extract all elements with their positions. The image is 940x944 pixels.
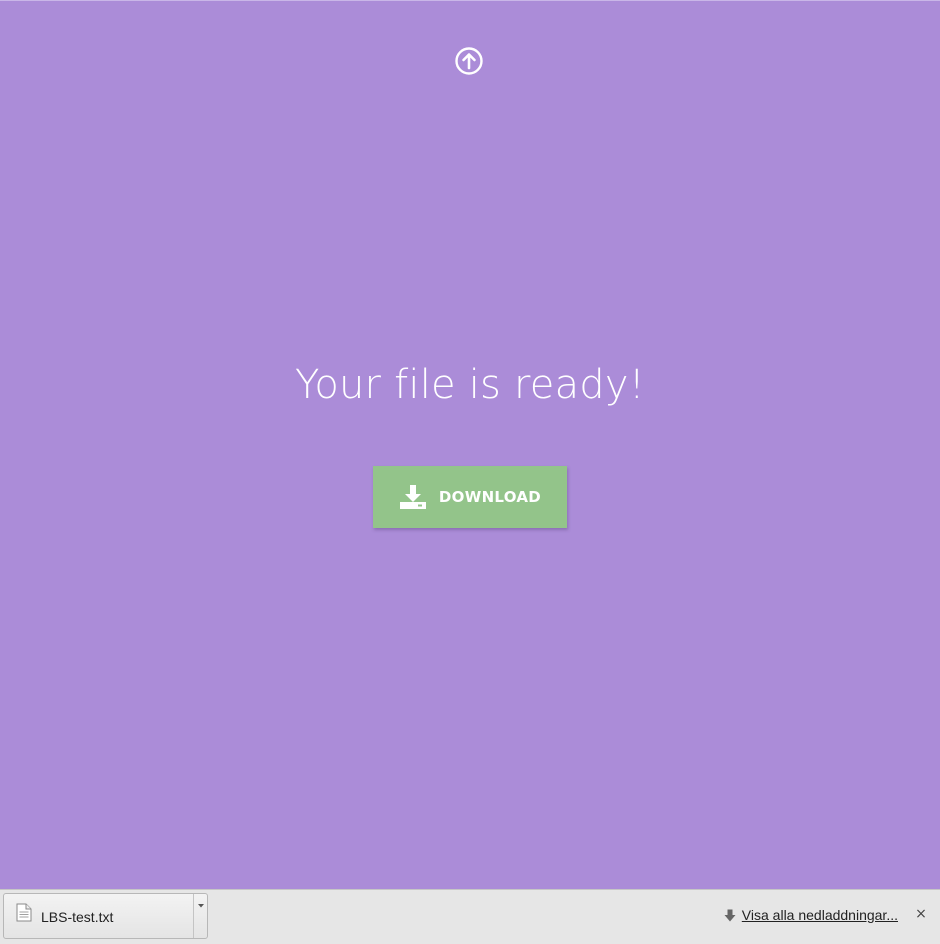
download-tray-icon (399, 485, 426, 509)
close-icon[interactable]: × (914, 907, 928, 921)
show-all-downloads-label: Visa alla nedladdningar... (741, 907, 898, 923)
chevron-down-icon (198, 904, 204, 908)
download-shelf: LBS-test.txt Visa alla nedladdningar... … (0, 889, 940, 944)
download-file-name: LBS-test.txt (41, 909, 114, 925)
show-all-downloads-link[interactable]: Visa alla nedladdningar... (724, 907, 898, 923)
download-item[interactable]: LBS-test.txt (3, 893, 208, 939)
download-page: Your file is ready! DOWNLOAD (0, 0, 940, 889)
text-file-icon (16, 903, 32, 922)
download-button-label: DOWNLOAD (438, 488, 542, 506)
download-button[interactable]: DOWNLOAD (373, 466, 567, 528)
arrow-up-circle-icon[interactable] (454, 46, 484, 76)
download-item-menu-button[interactable] (194, 894, 208, 920)
download-arrow-icon (724, 909, 736, 921)
page-title: Your file is ready! (295, 362, 645, 408)
